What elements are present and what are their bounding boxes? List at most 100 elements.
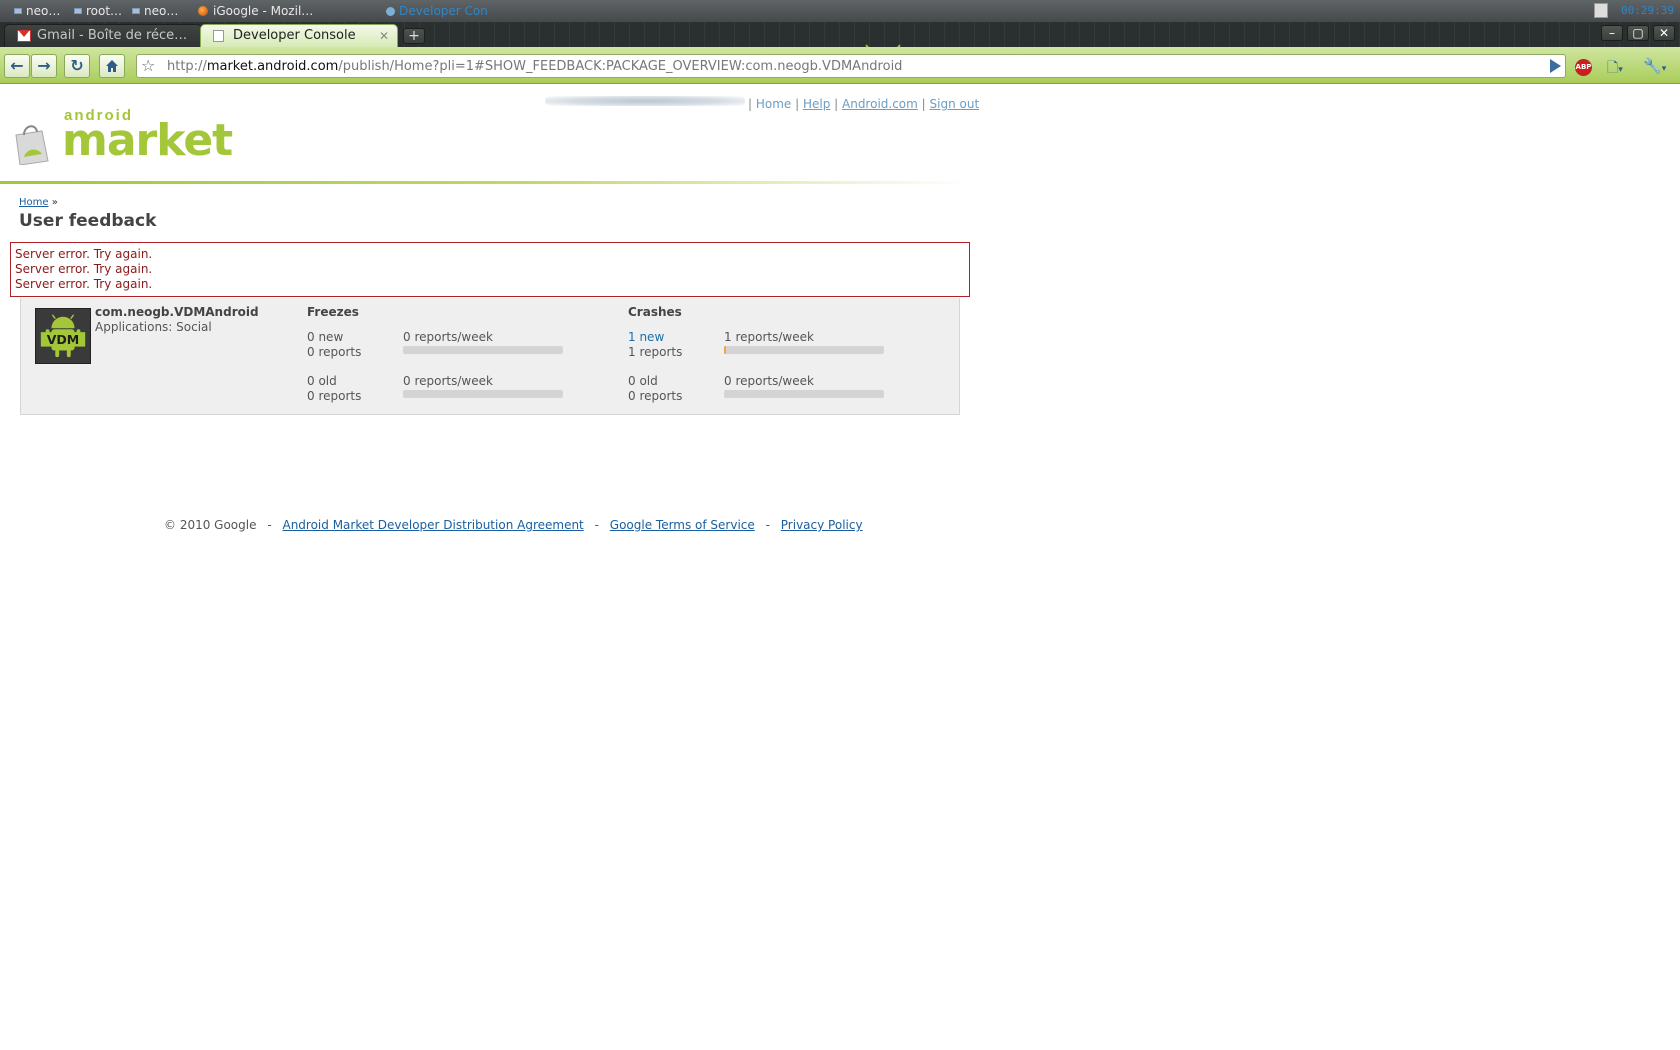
home-link[interactable]: Home <box>756 97 791 111</box>
taskbar-item-developer-console[interactable]: Developer Con <box>386 3 488 19</box>
feedback-summary-panel: VDM com.neogb.VDMAndroid Applications: S… <box>20 298 960 415</box>
wrench-icon: 🔧 <box>1643 57 1662 75</box>
crashes-new-link[interactable]: 1 new <box>628 330 664 344</box>
app-icon: VDM <box>35 308 91 364</box>
android-market-logo[interactable]: android market <box>10 107 233 167</box>
error-box: Server error. Try again. Server error. T… <box>10 242 970 297</box>
taskbar-item[interactable]: neo… <box>14 3 60 19</box>
crashes-old-rate: 0 reports/week <box>724 374 814 388</box>
back-arrow-icon: ← <box>10 56 24 75</box>
taskbar-item-label: root… <box>86 4 123 18</box>
taskbar-item[interactable]: root… <box>74 3 122 19</box>
clock: 00:29:39 <box>1621 4 1674 17</box>
freezes-old-bar <box>403 390 563 398</box>
dropdown-icon: ▾ <box>1618 65 1623 75</box>
page-title: User feedback <box>19 211 157 231</box>
browser-tabstrip: Gmail - Boîte de réce… Developer Console… <box>0 22 1680 69</box>
android-robot-icon: VDM <box>40 314 86 358</box>
user-email-blurred <box>545 96 745 106</box>
freezes-new-stats: 0 new 0 reports <box>307 330 361 360</box>
home-icon <box>106 60 118 72</box>
page-menu-button[interactable]: 🗋▾ <box>1607 57 1635 77</box>
os-taskbar: neo… root… neo… iGoogle - Mozil… Develop… <box>0 0 1680 22</box>
freezes-title: Freezes <box>307 305 359 319</box>
freezes-old-count: 0 old <box>307 374 337 388</box>
page-content: android market | Home | Help | Android.c… <box>0 85 1680 1050</box>
page-icon <box>213 30 224 42</box>
url-text: http://market.android.com/publish/Home?p… <box>167 59 902 74</box>
browser-toolbar: ← → ↻ ☆ http://market.android.com/publis… <box>0 47 1680 84</box>
crashes-new-bar <box>724 346 884 354</box>
url-scheme: http:// <box>167 59 207 74</box>
freezes-new-rate: 0 reports/week <box>403 330 493 344</box>
close-window-button[interactable]: ✕ <box>1653 25 1675 41</box>
taskbar-item-label: iGoogle - Mozil… <box>213 4 314 18</box>
tab-gmail[interactable]: Gmail - Boîte de réce… <box>4 24 202 47</box>
freezes-old-stats: 0 old 0 reports <box>307 374 361 404</box>
back-button[interactable]: ← <box>4 54 30 78</box>
market-bag-icon <box>15 125 49 165</box>
network-tray-icon[interactable] <box>1594 3 1608 18</box>
error-message: Server error. Try again. <box>15 262 153 276</box>
breadcrumb-home-link[interactable]: Home <box>19 197 49 208</box>
go-icon[interactable] <box>1550 59 1561 73</box>
crashes-title: Crashes <box>628 305 682 319</box>
adblock-icon[interactable]: ABP <box>1575 59 1592 76</box>
forward-arrow-icon: → <box>37 56 51 75</box>
reload-button[interactable]: ↻ <box>64 54 90 78</box>
page-icon: 🗋 <box>1607 60 1619 76</box>
top-nav-links: | Home | Help | Android.com | Sign out <box>748 97 980 111</box>
tab-label: Developer Console <box>233 28 356 43</box>
maximize-button[interactable]: ▢ <box>1627 25 1649 41</box>
freezes-old-reports: 0 reports <box>307 389 362 403</box>
close-tab-icon[interactable]: ✕ <box>379 25 389 47</box>
url-host: market.android.com <box>206 59 339 74</box>
distribution-agreement-link[interactable]: Android Market Developer Distribution Ag… <box>282 518 583 532</box>
crashes-new-reports: 1 reports <box>628 345 683 359</box>
url-path: /publish/Home?pli=1#SHOW_FEEDBACK:PACKAG… <box>338 59 903 74</box>
error-message: Server error. Try again. <box>15 247 153 261</box>
home-button[interactable] <box>99 54 125 78</box>
address-bar[interactable]: ☆ http://market.android.com/publish/Home… <box>136 54 1566 78</box>
crashes-old-reports: 0 reports <box>628 389 683 403</box>
footer-separator: - <box>267 518 272 532</box>
taskbar-item-label: Developer Con <box>399 4 488 18</box>
app-package-name: com.neogb.VDMAndroid <box>95 305 259 319</box>
taskbar-item-label: neo… <box>26 4 61 18</box>
window-icon <box>132 8 140 14</box>
new-tab-button[interactable]: + <box>403 28 425 44</box>
help-link[interactable]: Help <box>803 97 830 111</box>
taskbar-item-firefox[interactable]: iGoogle - Mozil… <box>198 3 313 19</box>
breadcrumb: Home » <box>19 197 58 208</box>
gmail-icon <box>17 30 31 42</box>
chrome-icon <box>386 7 395 16</box>
reload-icon: ↻ <box>70 56 84 75</box>
freezes-new-reports: 0 reports <box>307 345 362 359</box>
error-message: Server error. Try again. <box>15 277 153 291</box>
freezes-new-bar <box>403 346 563 354</box>
bar-fill <box>724 346 726 354</box>
app-category: Applications: Social <box>95 320 212 334</box>
crashes-old-stats: 0 old 0 reports <box>628 374 682 404</box>
breadcrumb-separator: » <box>51 197 58 208</box>
copyright-text: © 2010 Google <box>164 518 257 532</box>
freezes-new-count: 0 new <box>307 330 344 344</box>
crashes-old-count: 0 old <box>628 374 658 388</box>
window-icon <box>74 8 82 14</box>
terms-of-service-link[interactable]: Google Terms of Service <box>610 518 755 532</box>
sign-out-link[interactable]: Sign out <box>930 97 980 111</box>
bookmark-star-icon[interactable]: ☆ <box>141 56 155 76</box>
tab-developer-console[interactable]: Developer Console ✕ <box>200 24 398 47</box>
crashes-new-stats: 1 new 1 reports <box>628 330 682 360</box>
forward-button[interactable]: → <box>31 54 57 78</box>
firefox-icon <box>198 6 208 16</box>
tab-label: Gmail - Boîte de réce… <box>37 28 188 43</box>
minimize-button[interactable]: – <box>1601 25 1623 41</box>
taskbar-item[interactable]: neo… <box>132 3 178 19</box>
footer-separator: - <box>594 518 599 532</box>
privacy-policy-link[interactable]: Privacy Policy <box>781 518 863 532</box>
android-com-link[interactable]: Android.com <box>842 97 918 111</box>
header-divider <box>0 181 970 184</box>
settings-menu-button[interactable]: 🔧▾ <box>1643 57 1673 77</box>
app-icon-text: VDM <box>47 332 80 347</box>
